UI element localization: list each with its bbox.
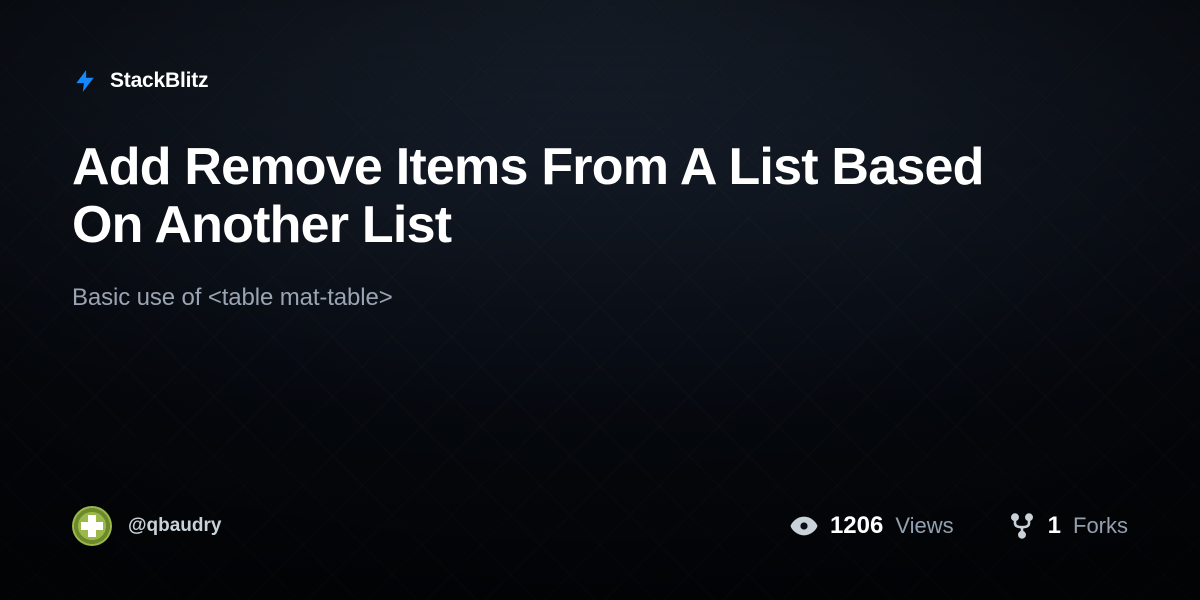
fork-icon (1008, 512, 1036, 540)
stats-group: 1206 Views 1 Forks (790, 512, 1128, 540)
author-handle[interactable]: @qbaudry (128, 515, 221, 537)
project-description: Basic use of <table mat-table> (72, 284, 1128, 312)
card-content: StackBlitz Add Remove Items From A List … (0, 0, 1200, 600)
views-stat: 1206 Views (790, 512, 954, 540)
project-title: Add Remove Items From A List Based On An… (72, 138, 1032, 254)
bolt-icon (72, 68, 98, 94)
views-label: Views (895, 513, 953, 539)
footer-row: @qbaudry 1206 Views (72, 506, 1128, 546)
views-value: 1206 (830, 512, 883, 540)
forks-label: Forks (1073, 513, 1128, 539)
forks-value: 1 (1048, 512, 1061, 540)
forks-stat: 1 Forks (1008, 512, 1128, 540)
brand-name: StackBlitz (110, 69, 208, 93)
eye-icon (790, 512, 818, 540)
brand-row: StackBlitz (72, 68, 1128, 94)
author-avatar[interactable] (72, 506, 112, 546)
